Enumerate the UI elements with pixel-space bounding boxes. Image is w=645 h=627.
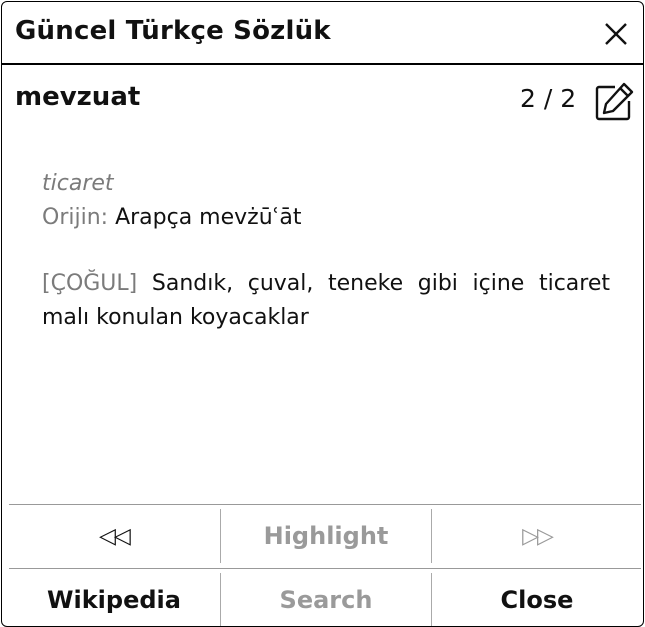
title-bar: Güncel Türkçe Sözlük: [2, 2, 643, 65]
pencil-edit-icon[interactable]: [593, 81, 635, 123]
result-counter: 2 / 2: [520, 84, 577, 113]
wikipedia-button[interactable]: Wikipedia: [9, 573, 219, 626]
dialog-title: Güncel Türkçe Sözlük: [15, 16, 331, 46]
definition: [ÇOĞUL] Sandık, çuval, teneke gibi içine…: [42, 267, 610, 335]
previous-button[interactable]: ◁◁: [9, 509, 219, 563]
plural-tag: [ÇOĞUL]: [42, 271, 138, 296]
domain-label: ticaret: [42, 171, 114, 196]
origin-value: Arapça mevżūʿāt: [115, 205, 302, 230]
button-bar: ◁◁ Highlight ▷▷ Wikipedia Search Close: [9, 504, 642, 626]
button-row-bottom: Wikipedia Search Close: [9, 568, 642, 626]
origin-line: Orijin: Arapça mevżūʿāt: [42, 201, 610, 235]
close-button[interactable]: Close: [431, 573, 642, 626]
entry-content: ticaret Orijin: Arapça mevżūʿāt [ÇOĞUL] …: [42, 167, 610, 335]
highlight-button[interactable]: Highlight: [220, 509, 431, 563]
search-button[interactable]: Search: [220, 573, 431, 626]
double-left-triangle-icon: ◁◁: [99, 523, 131, 549]
headword: mevzuat: [15, 82, 141, 112]
button-row-top: ◁◁ Highlight ▷▷: [9, 505, 641, 565]
headword-row: mevzuat 2 / 2: [2, 64, 643, 134]
close-icon[interactable]: [601, 19, 631, 49]
origin-label: Orijin:: [42, 205, 109, 230]
double-right-triangle-icon: ▷▷: [522, 523, 554, 549]
dictionary-dialog: Güncel Türkçe Sözlük mevzuat 2 / 2 ticar…: [1, 1, 644, 627]
next-button[interactable]: ▷▷: [431, 509, 642, 563]
